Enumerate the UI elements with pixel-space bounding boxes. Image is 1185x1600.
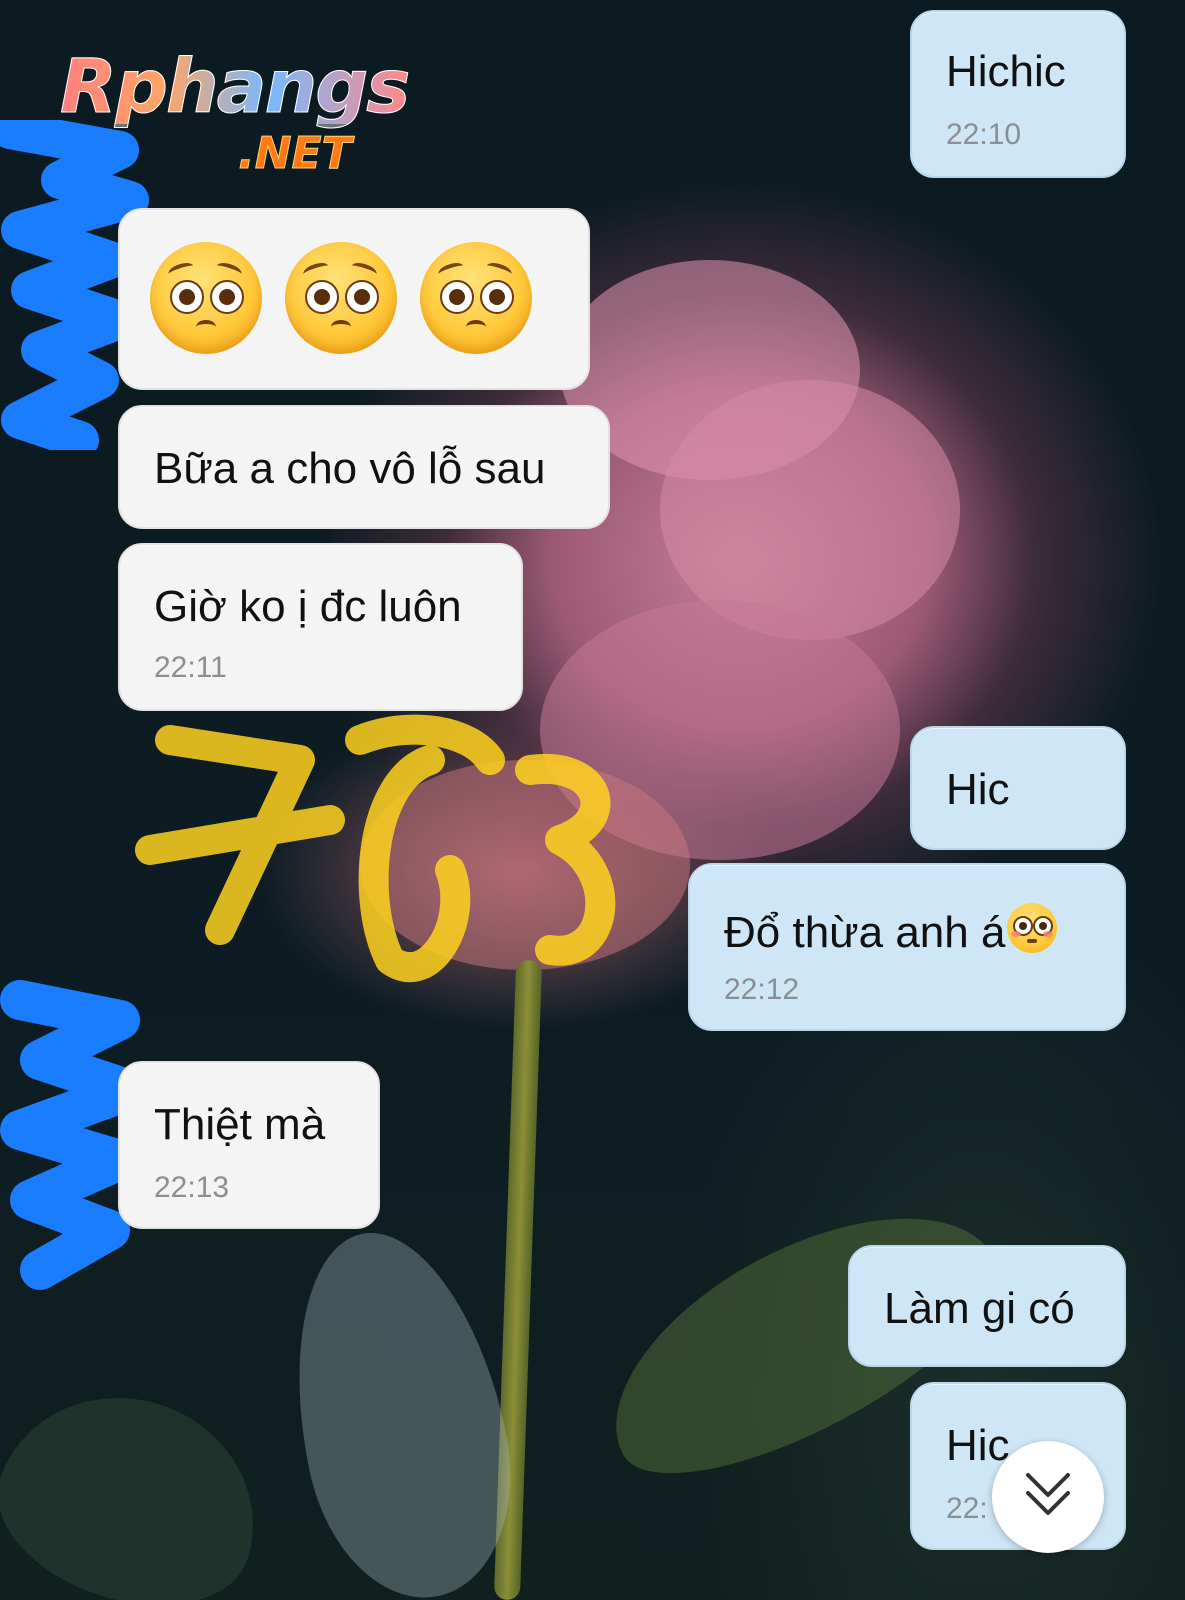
site-logo: Rphangs .NET <box>59 44 420 190</box>
message-bubble-outgoing[interactable]: Làm gi có <box>848 1245 1126 1367</box>
message-bubble-incoming[interactable] <box>118 208 590 390</box>
redaction-scribble-yellow <box>135 714 616 983</box>
pleading-face-emoji <box>150 242 262 354</box>
pleading-face-emoji <box>420 242 532 354</box>
message-bubble-outgoing[interactable]: Hichic 22:10 <box>910 10 1126 178</box>
logo-suffix: .NET <box>238 128 353 179</box>
message-text: Bữa a cho vô lỗ sau <box>154 444 546 493</box>
leaf <box>263 1213 537 1600</box>
message-text: Giờ ko ị đc luôn <box>154 582 462 631</box>
message-bubble-outgoing[interactable]: Hic <box>910 726 1126 850</box>
flushed-face-emoji <box>1007 903 1058 953</box>
message-bubble-incoming[interactable]: Bữa a cho vô lỗ sau <box>118 405 610 529</box>
message-bubble-incoming[interactable]: Giờ ko ị đc luôn 22:11 <box>118 543 523 711</box>
message-text: Thiệt mà <box>154 1100 326 1149</box>
message-time: 22:10 <box>946 118 1022 151</box>
message-time: 22:11 <box>154 651 227 684</box>
logo-wordmark: Rphangs <box>59 44 410 130</box>
double-chevron-down-icon <box>1026 1473 1070 1515</box>
message-text: Hichic <box>946 47 1066 96</box>
message-time: 22:13 <box>154 1171 230 1204</box>
message-text: Đổ thừa anh á <box>724 903 1090 955</box>
pleading-face-emoji <box>285 242 397 354</box>
scroll-to-bottom-button[interactable] <box>992 1441 1104 1553</box>
message-bubble-incoming[interactable]: Thiệt mà 22:13 <box>118 1061 380 1229</box>
leaf <box>0 1364 285 1600</box>
message-time: 22:12 <box>724 973 800 1006</box>
message-text: Làm gi có <box>884 1284 1075 1333</box>
message-bubble-outgoing[interactable]: Đổ thừa anh á 22:12 <box>688 863 1126 1031</box>
message-text-content: Đổ thừa anh á <box>724 908 1006 957</box>
message-text: Hic <box>946 765 1010 814</box>
